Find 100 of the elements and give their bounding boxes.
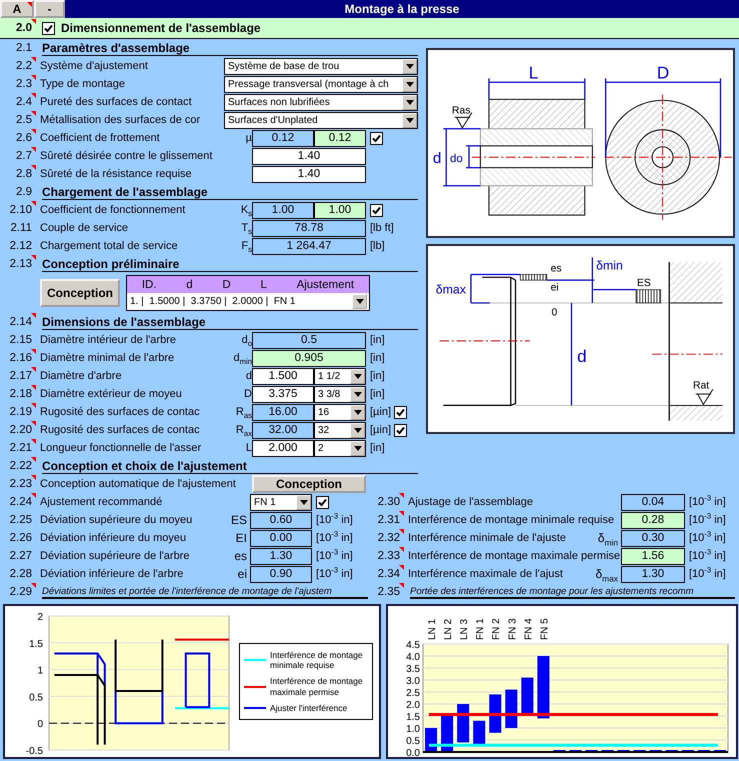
row-number: 2.21 <box>0 439 36 457</box>
caret-icon <box>406 100 414 104</box>
axis-tick-label: 0.0 <box>406 748 420 758</box>
checkbox[interactable] <box>42 22 55 34</box>
field-label: Métallisation des surfaces de cor <box>40 114 202 126</box>
symbol-label: d$_{min}$ <box>233 352 252 364</box>
row-number: 2.26 <box>8 531 33 546</box>
row-number: 2.13 <box>0 255 36 273</box>
dropdown-field[interactable]: 32 <box>314 422 366 438</box>
field-label: Rugosité des surfaces de contac <box>40 424 201 436</box>
dropdown-field[interactable]: 16 <box>314 404 366 420</box>
category-label: LN 2 <box>443 618 454 640</box>
legend-label: Ajuster l'interférence <box>270 702 348 713</box>
dimension-line <box>470 274 520 304</box>
axis-tick-label: 2.5 <box>406 688 420 698</box>
dimension-label: D <box>656 63 670 82</box>
section-heading: Conception préliminaire <box>42 256 418 272</box>
dropdown-field[interactable]: 1 1/2 <box>314 368 366 384</box>
field-label: Conception automatique de l'ajustement <box>40 478 237 490</box>
dropdown-field[interactable]: 3 3/8 <box>314 386 366 402</box>
dropdown-field[interactable]: Pressage transversal (montage à ch <box>224 76 418 92</box>
legend-label: Interférence de montage maximale permise <box>270 676 364 697</box>
conception-button[interactable]: Conception <box>252 475 366 493</box>
unit-label: [in] <box>370 442 385 454</box>
value-cell: 1.56 <box>621 548 685 564</box>
caret-icon <box>356 299 364 304</box>
unit-label: [10$^{-3}$ in] <box>689 568 726 580</box>
row-number: 2.33 <box>372 547 404 565</box>
symbol-label: µ <box>246 132 252 144</box>
column-header: ID. <box>142 278 157 290</box>
row-number: 2.20 <box>0 421 36 439</box>
row-number: 2.0 <box>0 19 36 37</box>
field-label: Déviation supérieure du moyeu <box>40 514 194 526</box>
section-heading: Chargement de l'assemblage <box>42 184 418 200</box>
symbol-label: δ$_{min}$ <box>596 531 619 545</box>
value-cell[interactable]: 1.40 <box>252 166 366 182</box>
column-header: L <box>260 278 267 290</box>
field-label: Diamètre minimal de l'arbre <box>40 352 176 364</box>
section-heading: Paramètres d'assemblage <box>42 40 418 56</box>
value-cell[interactable]: 3.375 <box>252 386 314 402</box>
dropdown-field[interactable]: Surfaces non lubrifiées <box>224 94 418 110</box>
section-heading: Dimensions de l'assemblage <box>42 314 418 330</box>
center-line <box>652 354 723 355</box>
value-cell[interactable]: 1.500 <box>252 368 314 384</box>
row-number: 2.28 <box>8 567 33 582</box>
checkbox[interactable] <box>316 496 329 508</box>
field-label: Interférence de montage maximale permise <box>408 550 621 562</box>
row-number: 2.11 <box>9 221 33 236</box>
row-number: 2.17 <box>0 367 36 385</box>
dropdown-field[interactable]: FN 1 <box>250 494 312 510</box>
checkbox[interactable] <box>394 424 408 436</box>
row-number: 2.3 <box>0 75 36 93</box>
field-label: Déviation inférieure de l'arbre <box>40 568 184 580</box>
category-label: FN 5 <box>539 618 550 640</box>
row-number: 2.18 <box>0 385 36 403</box>
axis-tick-label: -0.5 <box>26 746 43 756</box>
field-label: Coefficient de frottement <box>40 132 161 144</box>
value-cell: 0.30 <box>621 530 685 546</box>
zero-label: 0 <box>552 307 558 318</box>
chart-caption: Portée des interférences de montage pour les ajustements recomm <box>410 586 735 598</box>
column-button[interactable]: A <box>0 0 34 18</box>
checkbox[interactable] <box>370 204 383 216</box>
caret-icon <box>354 428 362 432</box>
column-header: Ajustement <box>296 278 354 290</box>
collapse-button[interactable]: - <box>34 0 65 18</box>
axis-tick-label: 1.0 <box>406 724 420 734</box>
dropdown-field[interactable]: Surfaces d'Unplated <box>224 112 418 128</box>
value-cell: 0.905 <box>252 350 366 366</box>
section-title: Dimensionnement de l'assemblage <box>61 21 261 35</box>
unit-label: [µin] <box>370 424 392 436</box>
symbol-label: R$_{as}$ <box>236 406 252 418</box>
symbol-label: EI <box>234 531 248 545</box>
checkbox[interactable] <box>394 406 408 418</box>
caret-icon <box>354 410 362 414</box>
field-label: Couple de service <box>40 222 130 234</box>
field-label: Interférence de montage minimale requise <box>408 514 616 526</box>
axis-tick-label: 3.0 <box>406 676 420 686</box>
row-number: 2.35 <box>372 583 404 601</box>
axis-tick-label: 2 <box>37 612 43 622</box>
caret-icon <box>354 374 362 378</box>
field-label: Système d'ajustement <box>40 60 149 72</box>
checkbox[interactable] <box>370 132 383 144</box>
value-cell: 32.00 <box>252 422 314 438</box>
dropdown-field[interactable]: Système de base de trou <box>224 58 418 74</box>
field-label: Déviation supérieure de l'arbre <box>40 550 190 562</box>
axis-tick-label: 4.0 <box>406 652 420 662</box>
conception-button[interactable]: Conception <box>40 279 120 307</box>
field-label: Ajustage de l'assemblage <box>408 496 534 508</box>
row-number: 2.14 <box>0 313 36 331</box>
chart-caption: Déviations limites et portée de l'interférence de montage de l'ajustem <box>42 586 368 598</box>
dropdown-field[interactable]: 2 <box>314 440 366 456</box>
tolerance-zone <box>636 289 661 304</box>
deviation-label: ES <box>636 278 651 289</box>
value-cell[interactable]: 2.000 <box>252 440 314 456</box>
value-cell: 0.12 <box>314 130 366 146</box>
unit-label: [10$^{-3}$ in] <box>316 550 353 562</box>
row-number: 2.1 <box>15 41 33 56</box>
value-cell: 0.5 <box>252 332 366 348</box>
deviation-label: δmax <box>436 282 466 296</box>
value-cell[interactable]: 1.40 <box>252 148 366 164</box>
